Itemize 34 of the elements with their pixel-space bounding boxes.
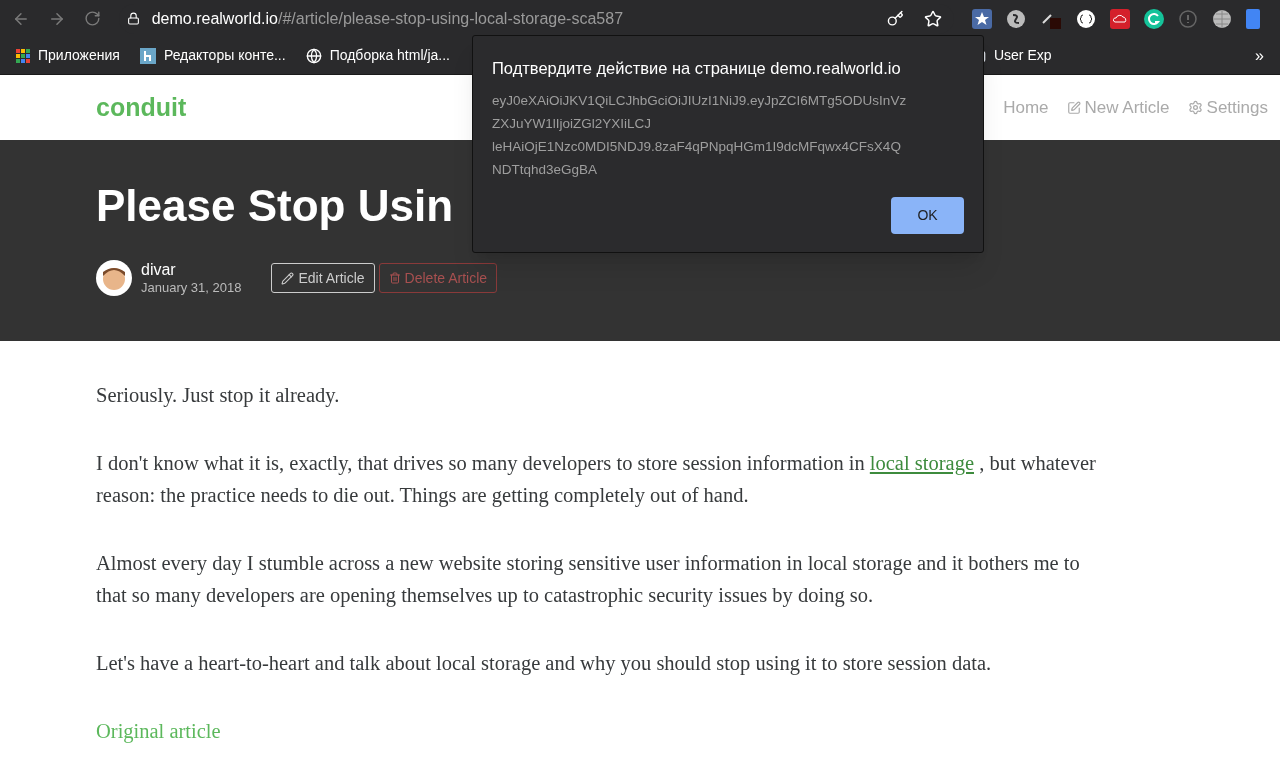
edit-article-button[interactable]: Edit Article <box>271 263 375 294</box>
lock-icon <box>126 12 140 25</box>
local-storage-link[interactable]: local storage <box>869 452 974 474</box>
article-date: January 31, 2018 <box>141 280 242 297</box>
article-paragraph: I don't know what it is, exactly, that drives so many developers to store session information in local storage , but whatever reason: the practice needs to die out. Things are getting completely out of hand. <box>96 451 1097 509</box>
dialog-title: Подтвердите действие на странице demo.realworld.io <box>492 58 902 79</box>
more-bookmarks-chevron[interactable]: » <box>1255 43 1264 68</box>
h-logo-icon <box>139 47 156 64</box>
globe-extension-icon[interactable] <box>1212 8 1232 29</box>
bookmark-item[interactable]: Подборка html/ja... <box>305 45 450 66</box>
star-extension-icon[interactable] <box>972 8 992 29</box>
article-paragraph: Seriously. Just stop it already. <box>96 383 341 409</box>
article-title: Please Stop Usin <box>96 180 453 232</box>
bookmark-item[interactable]: Редакторы конте... <box>139 45 286 66</box>
key-icon[interactable] <box>887 10 904 27</box>
pencil-icon <box>281 271 295 285</box>
cloud-extension-icon[interactable] <box>1110 8 1130 29</box>
alert-extension-icon[interactable] <box>1178 8 1198 29</box>
author-name[interactable]: divar <box>141 260 242 280</box>
ok-button[interactable]: OK <box>891 197 964 234</box>
url-text: demo.realworld.io/#/article/please-stop-using-local-storage-sca587 <box>151 8 624 29</box>
apps-grid-icon <box>16 48 30 63</box>
avatar-icon <box>96 260 132 297</box>
article-paragraph: Let's have a heart-to-heart and talk about local storage and why you should stop using it to store session data. <box>96 651 993 677</box>
braces-extension-icon[interactable] <box>1076 8 1096 29</box>
trash-icon <box>388 272 401 285</box>
reload-icon[interactable] <box>83 10 101 27</box>
bookmark-star-icon[interactable] <box>924 9 942 28</box>
dialog-message: eyJ0eXAiOiJKV1QiLCJhbGciOiJIUzI1NiJ9.eyJpZCI6MTg5ODUsInVz ZXJuYW1lIjoiZGl2YXIiLCJ leHAiOjE1Nzc0MDI5NDJ9.8zaF4qPNpqHGm1I9dcMFqwx4CFsX4Q NDTtqhd3eGgBA <box>492 91 908 179</box>
article-paragraph: Almost every day I stumble across a new website storing sensitive user information in local storage and it bothers me to that so many developers are opening themselves up to catastrophic security issues by doing so. <box>96 551 1081 609</box>
bookmark-item[interactable]: Приложения <box>16 45 120 66</box>
edit-icon <box>1066 100 1081 115</box>
settings-icon <box>1187 100 1203 115</box>
globe-icon <box>305 47 322 64</box>
